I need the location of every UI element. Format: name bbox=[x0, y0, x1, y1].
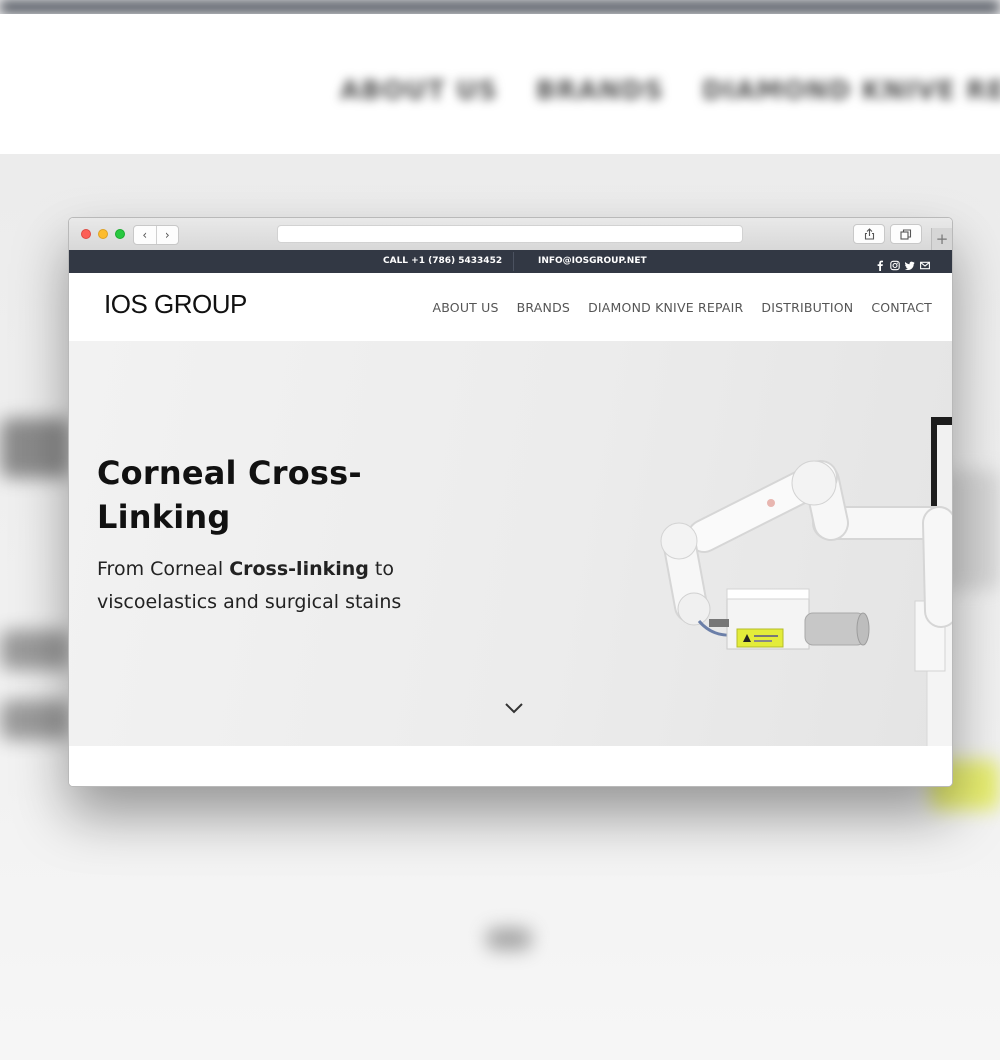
background-chevron-blur bbox=[486, 928, 532, 950]
hero-subtitle-bold: Cross-linking bbox=[229, 558, 369, 580]
phone-link[interactable]: CALL +1 (786) 5433452 bbox=[383, 250, 502, 273]
instagram-icon[interactable] bbox=[890, 256, 900, 271]
main-navigation: ABOUT US BRANDS DIAMOND KNIVE REPAIR DIS… bbox=[432, 300, 932, 315]
background-nav-item: DIAMOND KNIVE REPAIR bbox=[701, 76, 1000, 106]
website: CALL +1 (786) 5433452 INFO@IOSGROUP.NET bbox=[69, 250, 952, 786]
browser-window: ‹ › + CALL +1 (786) 5433452 INFO@IOSGROU… bbox=[68, 217, 953, 787]
hero-subtitle: From Corneal Cross-linking to viscoelast… bbox=[97, 553, 427, 619]
below-hero-section bbox=[69, 746, 952, 786]
new-tab-button[interactable]: + bbox=[931, 228, 952, 250]
background-header: ABOUT US BRANDS DIAMOND KNIVE REPAIR bbox=[0, 14, 1000, 154]
mail-icon[interactable] bbox=[920, 256, 930, 270]
close-window-button[interactable] bbox=[81, 229, 91, 239]
crosslinking-device-image bbox=[660, 417, 952, 746]
nav-about-us[interactable]: ABOUT US bbox=[432, 300, 498, 315]
scroll-down-chevron-icon[interactable] bbox=[504, 701, 524, 715]
contact-topbar: CALL +1 (786) 5433452 INFO@IOSGROUP.NET bbox=[69, 250, 952, 273]
background-topbar bbox=[0, 0, 1000, 14]
email-link[interactable]: INFO@IOSGROUP.NET bbox=[538, 250, 647, 273]
share-icon bbox=[864, 228, 874, 240]
background-title-blur bbox=[0, 418, 70, 478]
background-text-blur bbox=[0, 630, 70, 670]
social-links bbox=[875, 256, 930, 271]
minimize-window-button[interactable] bbox=[98, 229, 108, 239]
hero-title: Corneal Cross-Linking bbox=[97, 454, 362, 536]
forward-button[interactable]: › bbox=[155, 226, 179, 244]
maximize-window-button[interactable] bbox=[115, 229, 125, 239]
site-logo[interactable]: IOS GROUP bbox=[104, 289, 247, 320]
tabs-overview-button[interactable] bbox=[890, 224, 922, 244]
hero-section: Corneal Cross-Linking From Corneal Cross… bbox=[69, 341, 952, 746]
hero-subtitle-start: From Corneal bbox=[97, 558, 230, 580]
nav-distribution[interactable]: DISTRIBUTION bbox=[761, 300, 853, 315]
back-button[interactable]: ‹ bbox=[134, 226, 156, 244]
background-nav-item: ABOUT US bbox=[340, 76, 498, 106]
tabs-icon bbox=[900, 228, 912, 240]
background-text-blur bbox=[0, 700, 70, 740]
browser-toolbar: ‹ › + bbox=[69, 218, 952, 251]
nav-diamond-knive-repair[interactable]: DIAMOND KNIVE REPAIR bbox=[588, 300, 743, 315]
history-buttons: ‹ › bbox=[133, 225, 179, 245]
twitter-icon[interactable] bbox=[905, 256, 915, 270]
nav-brands[interactable]: BRANDS bbox=[517, 300, 570, 315]
share-button[interactable] bbox=[853, 224, 885, 244]
nav-contact[interactable]: CONTACT bbox=[871, 300, 932, 315]
facebook-icon[interactable] bbox=[875, 256, 885, 271]
background-nav-item: BRANDS bbox=[535, 76, 664, 106]
topbar-divider bbox=[513, 252, 514, 271]
address-bar[interactable] bbox=[277, 225, 743, 243]
site-header: IOS GROUP ABOUT US BRANDS DIAMOND KNIVE … bbox=[69, 273, 952, 341]
background-nav: ABOUT US BRANDS DIAMOND KNIVE REPAIR bbox=[340, 76, 1000, 106]
